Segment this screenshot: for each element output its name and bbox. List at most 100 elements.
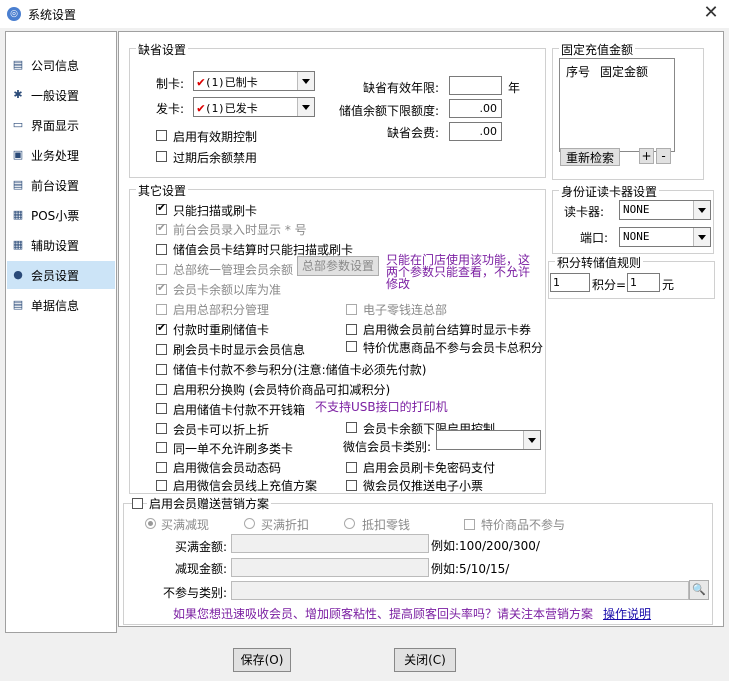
disable-expired-label: 过期后余额禁用 xyxy=(173,151,258,165)
check-icon: ✔ xyxy=(157,281,167,294)
exclude-input[interactable] xyxy=(231,581,689,600)
remove-button[interactable]: - xyxy=(656,148,671,164)
chevron-down-icon xyxy=(693,201,710,219)
validity-label: 缺省有效年限: xyxy=(363,81,440,95)
promo-opt3-radio[interactable] xyxy=(344,518,355,529)
min-balance-input[interactable]: .00 xyxy=(449,99,502,118)
sidebar-item-member[interactable]: ● 会员设置 xyxy=(7,261,115,289)
promo-opt2-radio[interactable] xyxy=(244,518,255,529)
issue-card-select[interactable]: ✔(1)已发卡 xyxy=(193,97,315,117)
hq-note: 只能在门店使用该功能，这两个参数只能查看，不允许修改 xyxy=(386,253,531,291)
check-icon: ✔ xyxy=(197,101,205,116)
special-no-points-label: 特价优惠商品不参与会员卡总积分 xyxy=(363,341,544,355)
balance-by-store-checkbox[interactable]: ✔ xyxy=(156,281,167,295)
special-excluded-label: 特价商品不参与 xyxy=(481,518,566,532)
min-balance-ctrl-checkbox[interactable] xyxy=(346,422,357,433)
points-rule-title: 积分转储值规则 xyxy=(555,254,644,271)
hq-points-checkbox[interactable] xyxy=(156,304,167,315)
reader-label: 读卡器: xyxy=(564,205,605,219)
stored-only-scan-checkbox[interactable] xyxy=(156,244,167,255)
wechat-online-checkbox[interactable] xyxy=(156,480,167,491)
disable-expired-checkbox[interactable] xyxy=(156,151,167,162)
wechat-coupon-checkbox[interactable] xyxy=(346,324,357,335)
port-select[interactable]: NONE xyxy=(619,227,711,247)
points-exchange-checkbox[interactable] xyxy=(156,384,167,395)
chevron-down-icon xyxy=(523,431,540,449)
usb-note: 不支持USB接口的打印机 xyxy=(315,400,448,414)
hq-params-button[interactable]: 总部参数设置 xyxy=(297,256,379,276)
no-multi-card-checkbox[interactable] xyxy=(156,442,167,453)
special-no-points-checkbox[interactable] xyxy=(346,341,357,352)
min-balance-label: 储值余额下限额度: xyxy=(339,104,440,118)
close-icon[interactable]: ✕ xyxy=(700,2,722,23)
register-icon: ▤ xyxy=(12,178,24,191)
frontend-hide-checkbox[interactable]: ✔ xyxy=(156,221,167,235)
change-hq-checkbox[interactable] xyxy=(346,304,357,315)
wechat-dynamic-checkbox[interactable] xyxy=(156,462,167,473)
make-card-label: 制卡: xyxy=(156,77,185,91)
points-input[interactable]: 1 xyxy=(550,273,590,292)
amount-example: 例如:100/200/300/ xyxy=(431,539,540,553)
no-multi-card-label: 同一单不允许刷多类卡 xyxy=(173,442,294,456)
user-icon: ● xyxy=(13,268,23,281)
discount-again-label: 会员卡可以折上折 xyxy=(173,423,270,437)
help-link[interactable]: 操作说明 xyxy=(603,605,651,622)
wechat-coupon-label: 启用微会员前台结算时显示卡券 xyxy=(363,323,532,337)
add-button[interactable]: + xyxy=(639,148,654,164)
yuan-input[interactable]: 1 xyxy=(627,273,660,292)
reduce-input[interactable] xyxy=(231,558,429,577)
balance-by-store-label: 会员卡余额以库为准 xyxy=(173,283,282,297)
fee-input[interactable]: .00 xyxy=(449,122,502,141)
hq-balance-checkbox[interactable] xyxy=(156,264,167,275)
amount-input[interactable] xyxy=(231,534,429,553)
discount-again-checkbox[interactable] xyxy=(156,423,167,434)
fixed-amount-list[interactable]: 序号 固定金额 xyxy=(559,58,675,152)
refresh-on-pay-checkbox[interactable]: ✔ xyxy=(156,321,167,335)
enable-validity-checkbox[interactable] xyxy=(156,130,167,141)
hq-points-label: 启用总部积分管理 xyxy=(173,303,270,317)
sidebar-item-auxiliary[interactable]: ▦ 辅助设置 xyxy=(7,231,115,259)
validity-input[interactable] xyxy=(449,76,502,95)
amount-label: 买满金额: xyxy=(175,540,228,554)
promo-footer-text: 如果您想迅速吸收会员、增加顾客粘性、提高顾客回头率吗？请关注本营销方案 xyxy=(173,607,594,621)
points-exchange-label: 启用积分换购 (会员特价商品可扣减积分) xyxy=(173,383,391,397)
no-pwd-checkbox[interactable] xyxy=(346,462,357,473)
yuan-label: 元 xyxy=(662,278,675,292)
wechat-type-select[interactable] xyxy=(436,430,541,450)
sidebar-item-documents[interactable]: ▤ 单据信息 xyxy=(7,291,115,319)
refresh-on-pay-label: 付款时重刷储值卡 xyxy=(173,323,270,337)
refresh-button[interactable]: 重新检索 xyxy=(560,148,620,166)
sidebar-item-business[interactable]: ▣ 业务处理 xyxy=(7,141,115,169)
col-no: 序号 xyxy=(566,65,591,79)
reduce-label: 减现金额: xyxy=(175,562,228,576)
window-title: 系统设置 xyxy=(28,8,77,22)
promo-opt1-radio[interactable] xyxy=(145,518,156,529)
show-info-checkbox[interactable] xyxy=(156,344,167,355)
check-icon: ✔ xyxy=(157,321,167,334)
sidebar-item-company[interactable]: ▤ 公司信息 xyxy=(7,51,115,79)
change-hq-label: 电子零钱连总部 xyxy=(363,303,448,317)
sidebar-item-general[interactable]: ✱ 一般设置 xyxy=(7,81,115,109)
sidebar-item-pos-receipt[interactable]: ▦ POS小票 xyxy=(7,201,115,229)
only-scan-label: 只能扫描或刷卡 xyxy=(173,204,258,218)
no-cashbox-checkbox[interactable] xyxy=(156,403,167,414)
sidebar-item-frontend[interactable]: ▤ 前台设置 xyxy=(7,171,115,199)
wechat-receipt-checkbox[interactable] xyxy=(346,480,357,491)
reader-select[interactable]: NONE xyxy=(619,200,711,220)
only-scan-checkbox[interactable]: ✔ xyxy=(156,201,167,215)
issue-card-label: 发卡: xyxy=(156,102,185,116)
make-card-select[interactable]: ✔(1)已制卡 xyxy=(193,71,315,91)
sidebar-item-display[interactable]: ▭ 界面显示 xyxy=(7,111,115,139)
port-label: 端口: xyxy=(580,231,609,245)
chevron-down-icon xyxy=(297,72,314,90)
promo-enable-checkbox[interactable] xyxy=(132,498,143,509)
fixed-recharge-title: 固定充值金额 xyxy=(559,41,636,58)
stored-no-points-label: 储值卡付款不参与积分(注意:储值卡必须先付款) xyxy=(173,363,427,377)
close-button[interactable]: 关闭(C) xyxy=(394,648,456,672)
fee-label: 缺省会费: xyxy=(387,126,440,140)
special-excluded-checkbox[interactable] xyxy=(464,519,475,530)
save-button[interactable]: 保存(O) xyxy=(233,648,291,672)
search-icon[interactable]: 🔍 xyxy=(689,580,709,600)
col-amount: 固定金额 xyxy=(600,65,649,79)
stored-no-points-checkbox[interactable] xyxy=(156,364,167,375)
